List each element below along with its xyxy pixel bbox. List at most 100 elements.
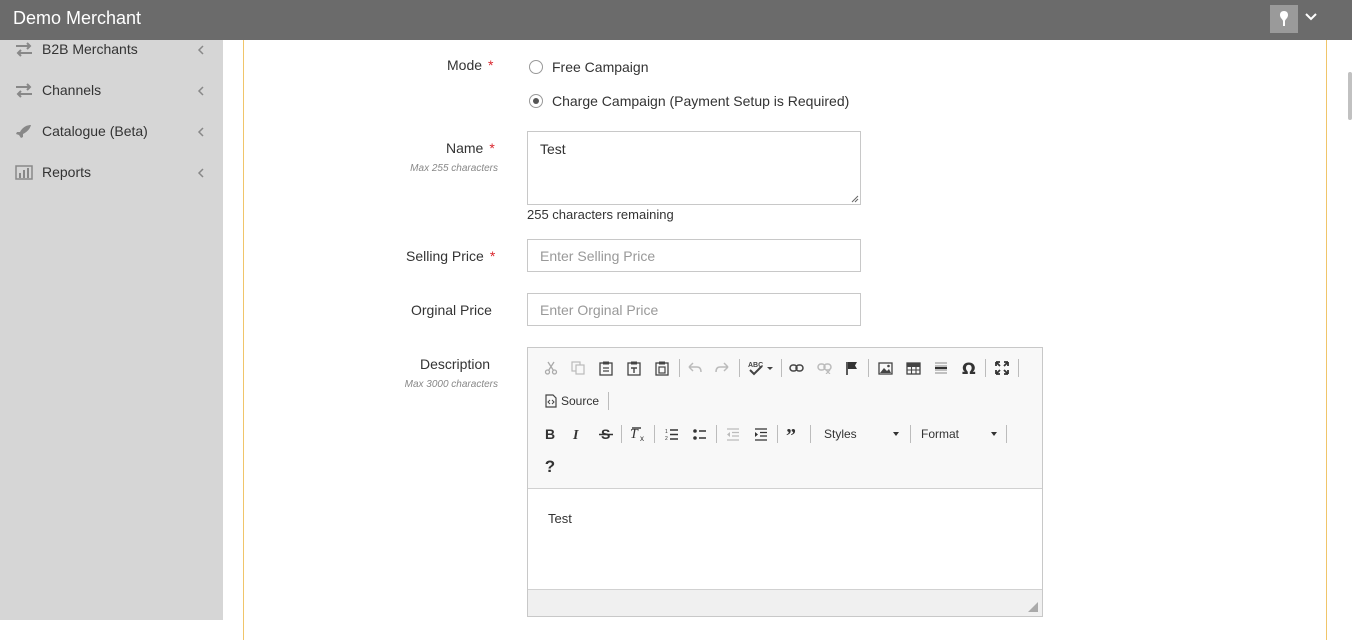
top-bar: Demo Merchant (0, 0, 1352, 40)
svg-text:2: 2 (665, 436, 668, 441)
toolbar-separator (910, 425, 911, 443)
toolbar-separator (608, 392, 609, 410)
editor-footer (528, 590, 1042, 616)
redo-icon[interactable] (711, 357, 733, 379)
svg-text:Ω: Ω (962, 361, 976, 375)
italic-icon[interactable]: I (566, 423, 588, 445)
resize-grip-icon[interactable] (851, 195, 859, 203)
bold-icon[interactable]: B (539, 423, 561, 445)
required-mark: * (489, 140, 495, 156)
svg-text:T: T (630, 427, 639, 442)
exchange-icon (16, 42, 32, 57)
paste-text-icon[interactable] (623, 357, 645, 379)
name-textarea[interactable]: Test (527, 131, 861, 205)
description-hint: Max 3000 characters (404, 379, 498, 390)
toolbar-separator (654, 425, 655, 443)
charge-campaign-radio[interactable] (529, 94, 543, 108)
toolbar-separator (868, 359, 869, 377)
chevron-left-icon (197, 168, 204, 178)
sidebar-item-label: Catalogue (Beta) (42, 123, 148, 139)
sidebar-item-catalogue[interactable]: Catalogue (Beta) (0, 123, 223, 165)
maximize-icon[interactable] (991, 357, 1013, 379)
toolbar-separator (810, 425, 811, 443)
toolbar-separator (716, 425, 717, 443)
selling-price-label: Selling Price * (406, 248, 496, 264)
bulleted-list-icon[interactable] (689, 423, 711, 445)
rich-text-editor: ABC Ω Source B I T x 1 2 ” Styles Format… (527, 347, 1043, 617)
sidebar: B2B Merchants Channels Catalogue (Beta) (0, 40, 223, 620)
spellcheck-icon[interactable]: ABC (746, 357, 776, 379)
strikethrough-icon[interactable]: S (595, 423, 617, 445)
user-avatar[interactable] (1270, 5, 1298, 33)
toolbar-separator (777, 425, 778, 443)
svg-text:I: I (572, 428, 579, 441)
dropdown-arrow-icon (893, 432, 899, 436)
required-mark: * (488, 57, 494, 73)
svg-text:1: 1 (665, 429, 668, 435)
chevron-down-icon[interactable] (1304, 10, 1318, 24)
cut-icon[interactable] (540, 357, 562, 379)
blockquote-icon[interactable]: ” (783, 423, 805, 445)
toolbar-separator (781, 359, 782, 377)
remove-format-icon[interactable]: Tx (627, 423, 649, 445)
chevron-left-icon (197, 127, 204, 137)
original-price-label: Orginal Price (411, 302, 492, 318)
sidebar-item-label: Channels (42, 82, 102, 98)
user-icon (1280, 11, 1288, 26)
description-label: Description (420, 356, 491, 372)
toolbar-separator (1018, 359, 1019, 377)
original-price-input[interactable]: Enter Orginal Price (527, 293, 861, 326)
table-icon[interactable] (902, 357, 924, 379)
rocket-icon (16, 125, 31, 138)
link-icon[interactable] (785, 357, 807, 379)
name-remaining-count: 255 characters remaining (527, 207, 674, 222)
toolbar-separator (1006, 425, 1007, 443)
source-icon[interactable] (540, 390, 562, 412)
charge-campaign-label[interactable]: Charge Campaign (Payment Setup is Requir… (552, 93, 849, 109)
editor-toolbar: ABC Ω Source B I T x 1 2 ” Styles Format… (528, 348, 1042, 489)
image-icon[interactable] (874, 357, 896, 379)
paste-word-icon[interactable] (651, 357, 673, 379)
mode-label: Mode * (447, 57, 494, 73)
anchor-flag-icon[interactable] (841, 357, 863, 379)
original-price-placeholder: Enter Orginal Price (540, 302, 659, 318)
svg-text:x: x (640, 434, 644, 442)
increase-indent-icon[interactable] (750, 423, 772, 445)
sidebar-item-label: B2B Merchants (42, 41, 138, 57)
sidebar-item-reports[interactable]: Reports (0, 164, 223, 206)
source-button[interactable]: Source (561, 394, 599, 408)
horizontal-line-icon[interactable] (930, 357, 952, 379)
selling-price-input[interactable]: Enter Selling Price (527, 239, 861, 272)
sidebar-item-channels[interactable]: Channels (0, 82, 223, 124)
page-scrollbar[interactable] (1348, 72, 1352, 120)
free-campaign-label[interactable]: Free Campaign (552, 59, 649, 75)
selling-price-placeholder: Enter Selling Price (540, 248, 656, 264)
special-char-icon[interactable]: Ω (958, 357, 980, 379)
bar-chart-icon (15, 165, 33, 180)
decrease-indent-icon[interactable] (722, 423, 744, 445)
free-campaign-radio[interactable] (529, 60, 543, 74)
name-hint: Max 255 characters (410, 163, 498, 174)
app-title: Demo Merchant (13, 8, 142, 28)
chevron-left-icon (197, 86, 204, 96)
resize-grip-icon[interactable] (1028, 602, 1038, 612)
format-dropdown[interactable]: Format (921, 423, 1001, 445)
chevron-left-icon (197, 45, 204, 55)
styles-dropdown[interactable]: Styles (824, 423, 904, 445)
unlink-icon[interactable] (813, 357, 835, 379)
toolbar-separator (679, 359, 680, 377)
numbered-list-icon[interactable]: 12 (661, 423, 683, 445)
editor-content[interactable]: Test (528, 489, 1042, 590)
name-label: Name * (446, 140, 495, 156)
undo-icon[interactable] (684, 357, 706, 379)
copy-icon[interactable] (567, 357, 589, 379)
toolbar-separator (621, 425, 622, 443)
help-icon[interactable]: ? (539, 456, 561, 478)
sidebar-item-label: Reports (42, 164, 92, 180)
dropdown-arrow-icon (991, 432, 997, 436)
paste-icon[interactable] (595, 357, 617, 379)
exchange-icon (16, 83, 32, 98)
required-mark: * (489, 248, 496, 264)
sidebar-item-b2b-merchants[interactable]: B2B Merchants (0, 41, 223, 83)
svg-text:”: ” (786, 428, 796, 440)
